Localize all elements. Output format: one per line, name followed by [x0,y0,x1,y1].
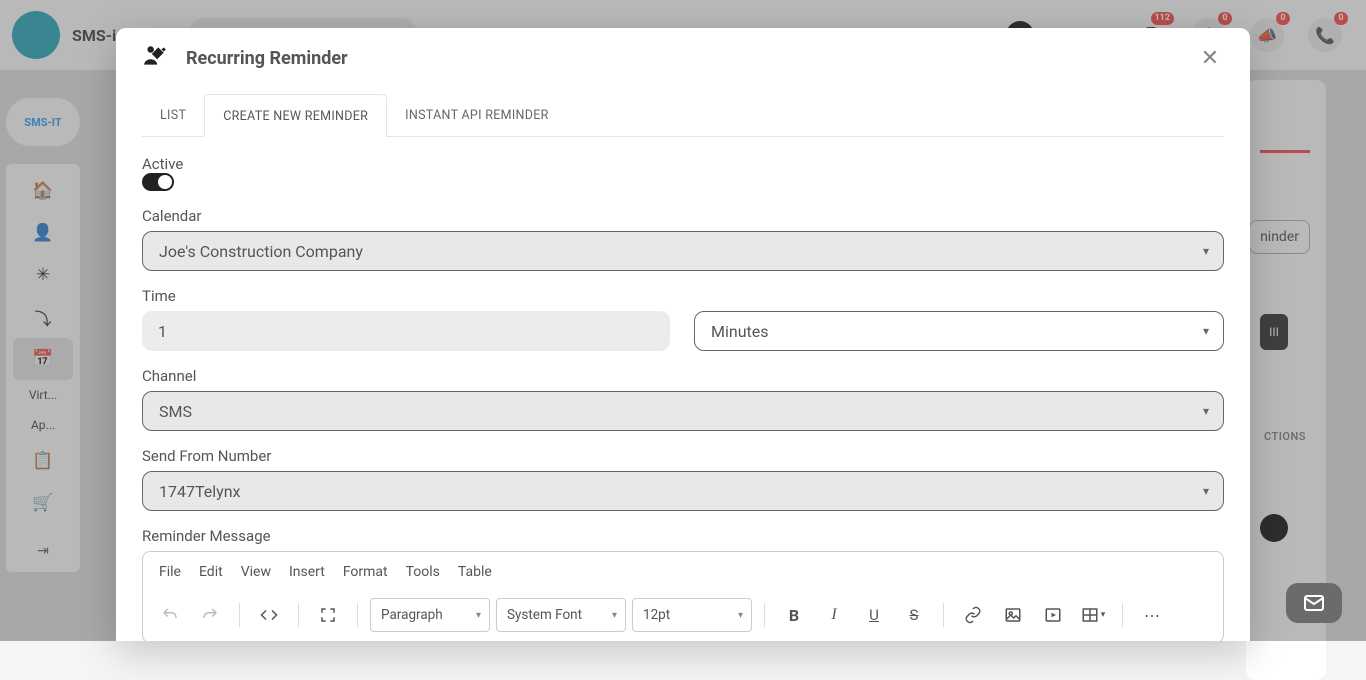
chevron-down-icon: ▾ [1203,484,1209,498]
calendar-value: Joe's Construction Company [159,242,363,261]
code-icon[interactable] [252,598,286,632]
modal-header: Recurring Reminder ✕ [116,28,1250,88]
time-quantity-input[interactable]: 1 [142,311,670,351]
font-family-select[interactable]: System Font▾ [496,598,626,632]
message-editor: File Edit View Insert Format Tools Table [142,551,1224,641]
modal-title: Recurring Reminder [186,48,348,69]
underline-icon[interactable]: U [857,598,891,632]
menu-file[interactable]: File [159,564,181,580]
tab-create-new-reminder[interactable]: CREATE NEW REMINDER [204,94,387,137]
close-icon[interactable]: ✕ [1196,44,1224,72]
calendar-label: Calendar [142,207,1224,225]
channel-select[interactable]: SMS ▾ [142,391,1224,431]
bold-icon[interactable]: B [777,598,811,632]
block-format-select[interactable]: Paragraph▾ [370,598,490,632]
strikethrough-icon[interactable]: S [897,598,931,632]
menu-edit[interactable]: Edit [199,564,223,580]
send-from-select[interactable]: 1747Telynx ▾ [142,471,1224,511]
fullscreen-icon[interactable] [311,598,345,632]
font-size-select[interactable]: 12pt▾ [632,598,752,632]
menu-insert[interactable]: Insert [289,564,325,580]
image-icon[interactable] [996,598,1030,632]
person-edit-icon [142,43,168,73]
editor-toolbar: Paragraph▾ System Font▾ 12pt▾ B I U S ▾ [143,592,1223,641]
undo-icon[interactable] [153,598,187,632]
active-label: Active [142,155,1224,173]
active-toggle[interactable] [142,173,174,191]
time-quantity-value: 1 [158,322,167,341]
menu-tools[interactable]: Tools [406,564,440,580]
media-icon[interactable] [1036,598,1070,632]
menu-table[interactable]: Table [458,564,492,580]
modal-tabs: LIST CREATE NEW REMINDER INSTANT API REM… [142,94,1224,137]
send-from-label: Send From Number [142,447,1224,465]
editor-menus: File Edit View Insert Format Tools Table [143,552,1223,592]
link-icon[interactable] [956,598,990,632]
more-icon[interactable]: ⋯ [1135,598,1169,632]
channel-value: SMS [159,402,192,421]
send-from-value: 1747Telynx [159,482,240,501]
time-label: Time [142,287,1224,305]
chevron-down-icon: ▾ [1203,244,1209,258]
tab-list[interactable]: LIST [142,94,204,136]
recurring-reminder-modal: Recurring Reminder ✕ LIST CREATE NEW REM… [116,28,1250,641]
table-icon[interactable]: ▾ [1076,598,1110,632]
menu-view[interactable]: View [241,564,271,580]
time-unit-value: Minutes [711,322,769,341]
chevron-down-icon: ▾ [1203,324,1209,338]
menu-format[interactable]: Format [343,564,388,580]
channel-label: Channel [142,367,1224,385]
calendar-select[interactable]: Joe's Construction Company ▾ [142,231,1224,271]
redo-icon[interactable] [193,598,227,632]
italic-icon[interactable]: I [817,598,851,632]
tab-instant-api-reminder[interactable]: INSTANT API REMINDER [387,94,567,136]
mail-fab[interactable] [1286,583,1342,623]
message-label: Reminder Message [142,527,1224,545]
time-unit-select[interactable]: Minutes ▾ [694,311,1224,351]
chevron-down-icon: ▾ [1203,404,1209,418]
